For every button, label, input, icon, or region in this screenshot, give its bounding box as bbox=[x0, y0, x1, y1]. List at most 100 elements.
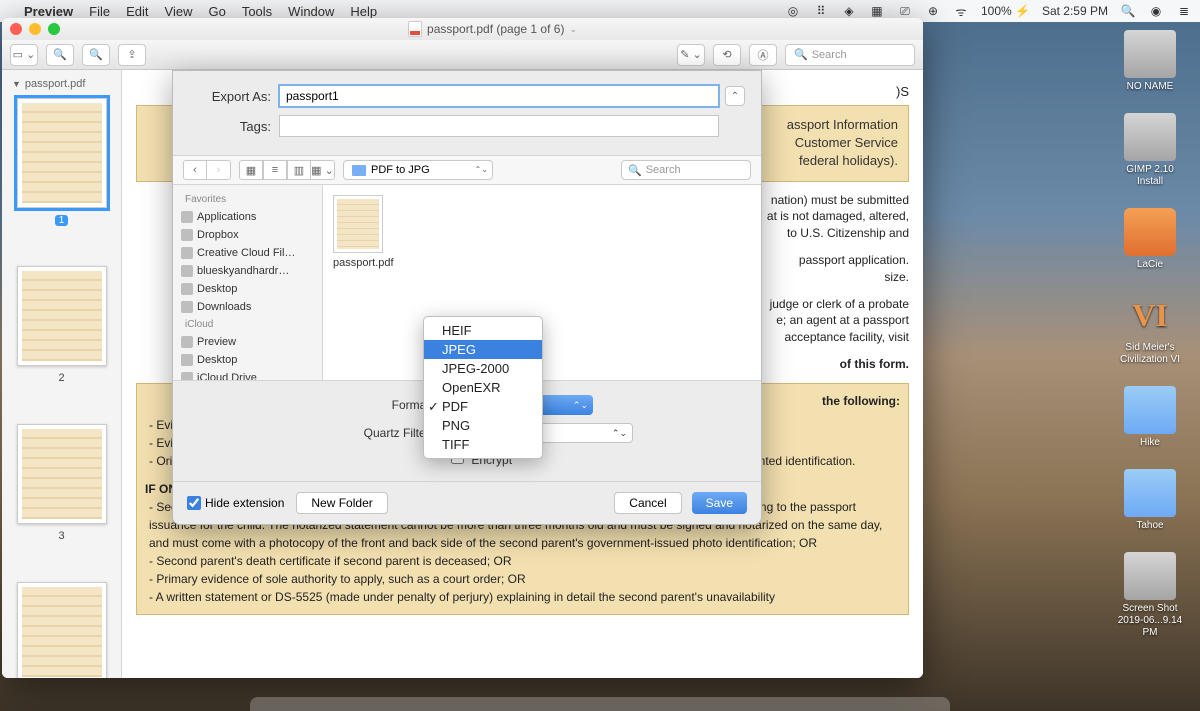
status-icon[interactable]: ◎ bbox=[785, 3, 801, 19]
export-as-label: Export As: bbox=[189, 89, 271, 104]
menu-go[interactable]: Go bbox=[208, 4, 225, 19]
rotate-button[interactable]: ⟲ bbox=[713, 44, 741, 66]
location-select[interactable]: PDF to JPG bbox=[343, 160, 493, 180]
spotlight-icon[interactable]: 🔍 bbox=[1120, 3, 1136, 19]
status-icon[interactable]: ◈ bbox=[841, 3, 857, 19]
page-number-1: 1 bbox=[55, 215, 69, 226]
menu-tools[interactable]: Tools bbox=[242, 4, 272, 19]
menu-edit[interactable]: Edit bbox=[126, 4, 148, 19]
menu-window[interactable]: Window bbox=[288, 4, 334, 19]
format-option-pdf[interactable]: PDF bbox=[424, 397, 542, 416]
list-view-button[interactable]: ≡ bbox=[263, 160, 287, 180]
format-option-jpeg[interactable]: JPEG bbox=[424, 340, 542, 359]
page-thumbnail-1[interactable] bbox=[17, 98, 107, 208]
maximize-button[interactable] bbox=[48, 23, 60, 35]
file-label: passport.pdf bbox=[333, 257, 394, 269]
desktop-item-hike[interactable]: Hike bbox=[1124, 386, 1176, 449]
sidebar-item-applications[interactable]: Applications bbox=[177, 208, 318, 226]
format-dropdown-menu: HEIF JPEG JPEG-2000 OpenEXR PDF PNG TIFF bbox=[423, 316, 543, 459]
dock[interactable] bbox=[250, 697, 950, 711]
export-sheet: Export As: ⌃ Tags: ‹ › ▦ ≡ ▥ ▦ ⌄ bbox=[172, 70, 762, 525]
icon-view-button[interactable]: ▦ bbox=[239, 160, 263, 180]
page-thumbnail-2[interactable] bbox=[17, 266, 107, 366]
sidebar-item-creativecloud[interactable]: Creative Cloud Fil… bbox=[177, 244, 318, 262]
format-label: Format: bbox=[193, 398, 433, 412]
display-icon[interactable]: ⎚ bbox=[897, 3, 913, 19]
tags-input[interactable] bbox=[279, 115, 719, 137]
format-option-png[interactable]: PNG bbox=[424, 416, 542, 435]
column-view-button[interactable]: ▥ bbox=[287, 160, 311, 180]
page-thumbnail-4[interactable] bbox=[17, 582, 107, 678]
desktop-item-lacie[interactable]: LaCie bbox=[1124, 208, 1176, 271]
format-option-heif[interactable]: HEIF bbox=[424, 321, 542, 340]
forward-button[interactable]: › bbox=[207, 160, 231, 180]
desktop-item-noname[interactable]: NO NAME bbox=[1124, 30, 1176, 93]
window-title: passport.pdf (page 1 of 6) bbox=[427, 22, 564, 36]
file-item[interactable] bbox=[333, 195, 383, 253]
share-button[interactable]: ⇪ bbox=[118, 44, 146, 66]
desktop-item-civ6[interactable]: VISid Meier's Civilization VI bbox=[1112, 291, 1188, 366]
sidebar-item-preview[interactable]: Preview bbox=[177, 333, 318, 351]
collapse-button[interactable]: ⌃ bbox=[725, 86, 745, 106]
format-section: Format: Quartz Filter: Encrypt HEIF JPEG… bbox=[173, 380, 761, 481]
menu-file[interactable]: File bbox=[89, 4, 110, 19]
hide-extension-checkbox[interactable]: Hide extension bbox=[187, 496, 284, 510]
sidebar-header[interactable]: ▼passport.pdf bbox=[8, 76, 115, 92]
desktop-item-gimp[interactable]: GIMP 2.10 Install bbox=[1112, 113, 1188, 188]
zoom-out-button[interactable]: 🔍 bbox=[46, 44, 74, 66]
page-thumbnail-3[interactable] bbox=[17, 424, 107, 524]
thumbnail-sidebar: ▼passport.pdf 1 2 3 bbox=[2, 70, 122, 678]
minimize-button[interactable] bbox=[29, 23, 41, 35]
tags-label: Tags: bbox=[189, 119, 271, 134]
quartz-filter-label: Quartz Filter: bbox=[193, 426, 433, 440]
markup-button[interactable]: Ⓐ bbox=[749, 44, 777, 66]
favorites-section: Favorites bbox=[177, 191, 318, 208]
browser-toolbar: ‹ › ▦ ≡ ▥ ▦ ⌄ PDF to JPG 🔍 Search bbox=[173, 155, 761, 185]
siri-icon[interactable]: ◉ bbox=[1148, 3, 1164, 19]
clock[interactable]: Sat 2:59 PM bbox=[1042, 4, 1108, 18]
app-name[interactable]: Preview bbox=[24, 4, 73, 19]
desktop-item-tahoe[interactable]: Tahoe bbox=[1124, 469, 1176, 532]
gallery-view-button[interactable]: ▦ ⌄ bbox=[311, 160, 335, 180]
view-mode-button[interactable]: ▭ ⌄ bbox=[10, 44, 38, 66]
format-option-tiff[interactable]: TIFF bbox=[424, 435, 542, 454]
folder-icon bbox=[352, 165, 366, 176]
sidebar-item-dropbox[interactable]: Dropbox bbox=[177, 226, 318, 244]
desktop-icons: NO NAME GIMP 2.10 Install LaCie VISid Me… bbox=[1110, 30, 1190, 639]
finder-sidebar: Favorites Applications Dropbox Creative … bbox=[173, 185, 323, 380]
browser-search[interactable]: 🔍 Search bbox=[621, 160, 751, 180]
close-button[interactable] bbox=[10, 23, 22, 35]
sidebar-item-icloud-desktop[interactable]: Desktop bbox=[177, 351, 318, 369]
menu-view[interactable]: View bbox=[165, 4, 193, 19]
new-folder-button[interactable]: New Folder bbox=[296, 492, 387, 514]
wifi-icon[interactable]: ᯤ bbox=[953, 3, 969, 19]
export-as-input[interactable] bbox=[279, 85, 719, 107]
sidebar-item-icloud-drive[interactable]: iCloud Drive bbox=[177, 369, 318, 380]
pdf-icon bbox=[408, 21, 422, 37]
page-number-2: 2 bbox=[8, 372, 115, 384]
status-icon[interactable]: ▦ bbox=[869, 3, 885, 19]
title-dropdown-icon[interactable]: ⌄ bbox=[569, 24, 577, 35]
save-button[interactable]: Save bbox=[692, 492, 747, 514]
zoom-in-button[interactable]: 🔍 bbox=[82, 44, 110, 66]
sidebar-item-desktop[interactable]: Desktop bbox=[177, 280, 318, 298]
menu-help[interactable]: Help bbox=[350, 4, 377, 19]
toolbar: ▭ ⌄ 🔍 🔍 ⇪ ✎ ⌄ ⟲ Ⓐ 🔍 Search bbox=[2, 40, 923, 70]
sidebar-item-home[interactable]: blueskyandhardr… bbox=[177, 262, 318, 280]
dropbox-icon[interactable]: ⠿ bbox=[813, 3, 829, 19]
icloud-section: iCloud bbox=[177, 316, 318, 333]
format-option-jpeg2000[interactable]: JPEG-2000 bbox=[424, 359, 542, 378]
format-option-openexr[interactable]: OpenEXR bbox=[424, 378, 542, 397]
titlebar: passport.pdf (page 1 of 6) ⌄ bbox=[2, 18, 923, 40]
battery-status[interactable]: 100% ⚡ bbox=[981, 4, 1030, 18]
sheet-footer: Hide extension New Folder Cancel Save bbox=[173, 481, 761, 524]
sidebar-item-downloads[interactable]: Downloads bbox=[177, 298, 318, 316]
highlight-button[interactable]: ✎ ⌄ bbox=[677, 44, 705, 66]
cancel-button[interactable]: Cancel bbox=[614, 492, 681, 514]
status-icon[interactable]: ⊕ bbox=[925, 3, 941, 19]
notifications-icon[interactable]: ≣ bbox=[1176, 3, 1192, 19]
toolbar-search[interactable]: 🔍 Search bbox=[785, 44, 915, 66]
desktop-item-screenshot[interactable]: Screen Shot 2019-06...9.14 PM bbox=[1112, 552, 1188, 639]
back-button[interactable]: ‹ bbox=[183, 160, 207, 180]
preview-window: passport.pdf (page 1 of 6) ⌄ ▭ ⌄ 🔍 🔍 ⇪ ✎… bbox=[2, 18, 923, 678]
